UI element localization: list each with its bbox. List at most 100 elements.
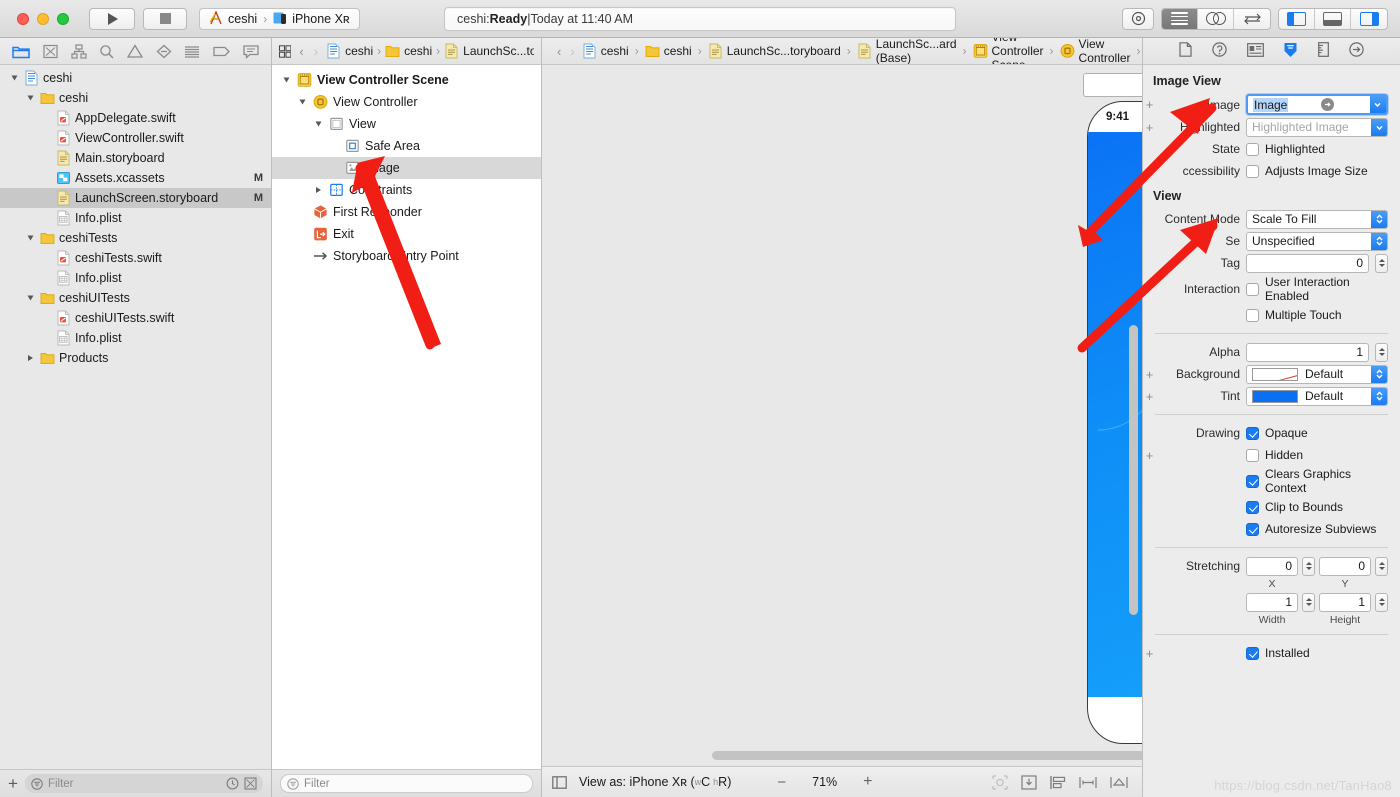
checkbox[interactable] <box>1246 448 1259 462</box>
stepper-control[interactable] <box>1375 592 1388 612</box>
checkbox-row[interactable]: Installed <box>1246 646 1310 660</box>
popup-arrows-button[interactable] <box>1371 232 1387 250</box>
minimize-window-button[interactable] <box>37 12 49 25</box>
add-variation-button[interactable]: + <box>1143 121 1156 134</box>
outline-grid-icon[interactable] <box>279 44 292 59</box>
checkbox[interactable] <box>1246 308 1259 322</box>
add-file-button[interactable]: + <box>8 775 18 792</box>
stretching-height-input[interactable]: 1 <box>1319 592 1371 612</box>
standard-editor-button[interactable] <box>1162 8 1198 29</box>
color-popup[interactable]: Default <box>1246 386 1388 406</box>
zoom-window-button[interactable] <box>57 12 69 25</box>
checkbox-row[interactable]: User Interaction Enabled <box>1246 275 1388 303</box>
update-frames-button[interactable] <box>992 774 1008 790</box>
source-control-filter-icon[interactable] <box>244 777 257 790</box>
editor-breadcrumb-item[interactable]: LaunchSc...toryboard <box>708 43 841 59</box>
attributes-inspector-tab[interactable] <box>1283 42 1298 61</box>
toggle-inspector-button[interactable] <box>1351 9 1387 29</box>
test-navigator-tab[interactable] <box>156 44 172 59</box>
numeric-input[interactable]: 1 <box>1246 342 1369 362</box>
outline-breadcrumbs[interactable]: ceshi›ceshi›LaunchSc...toryboard <box>326 43 534 59</box>
checkbox[interactable] <box>1246 522 1259 536</box>
report-navigator-tab[interactable] <box>242 44 259 59</box>
checkbox-row[interactable]: Multiple Touch <box>1246 308 1342 322</box>
stepper-control[interactable] <box>1302 592 1315 612</box>
editor-back-button[interactable]: ‹ <box>555 44 563 59</box>
project-navigator-tab[interactable] <box>12 44 31 59</box>
file-tree-row[interactable]: ViewController.swift <box>0 128 271 148</box>
popup-menu[interactable]: Unspecified <box>1246 231 1388 251</box>
outline-row-selected[interactable]: Image <box>272 157 541 179</box>
issue-navigator-tab[interactable] <box>126 43 143 59</box>
file-tree-row[interactable]: AppDelegate.swift <box>0 108 271 128</box>
color-dropdown-button[interactable] <box>1371 365 1387 383</box>
panel-toggle-segmented-control[interactable] <box>1278 7 1388 30</box>
popup-menu[interactable]: Scale To Fill <box>1246 209 1388 229</box>
outline-row[interactable]: View Controller Scene <box>272 69 541 91</box>
stepper-control[interactable] <box>1375 342 1388 362</box>
assistant-editor-button[interactable] <box>1198 8 1234 29</box>
add-variation-button[interactable]: + <box>1143 449 1156 462</box>
add-variation-button[interactable]: + <box>1143 98 1156 111</box>
file-tree-row[interactable]: Assets.xcassets M <box>0 168 271 188</box>
zoom-level-label[interactable]: 71% <box>812 775 837 789</box>
editor-breadcrumb-bar[interactable]: ‹ › ceshi › ceshi › LaunchSc...toryboard › Launc… <box>542 38 1142 65</box>
outline-breadcrumb-item[interactable]: ceshi <box>326 43 373 59</box>
disclosure-triangle-icon[interactable] <box>24 235 36 241</box>
storyboard-canvas[interactable]: 9:41 方寸变革 改变世界 <box>542 65 1142 766</box>
outline-row[interactable]: Storyboard Entry Point <box>272 245 541 267</box>
editor-breadcrumb-item[interactable]: View Controller <box>1060 38 1131 64</box>
popup-arrows-button[interactable] <box>1371 210 1387 228</box>
identity-inspector-tab[interactable] <box>1246 42 1264 60</box>
resolve-auto-layout-issues-button[interactable] <box>1110 775 1128 790</box>
version-editor-button[interactable] <box>1234 9 1270 29</box>
editor-forward-button[interactable]: › <box>568 44 576 59</box>
file-inspector-tab[interactable] <box>1179 42 1192 60</box>
clear-field-icon[interactable] <box>1321 98 1335 111</box>
checkbox-row[interactable]: Adjusts Image Size <box>1246 164 1368 178</box>
stretching-width-input[interactable]: 1 <box>1246 592 1298 612</box>
checkbox-row[interactable]: Clears Graphics Context <box>1246 467 1388 495</box>
stepper-control[interactable] <box>1375 253 1388 273</box>
recent-files-filter-icon[interactable] <box>226 777 239 790</box>
disclosure-triangle-icon[interactable] <box>280 77 292 83</box>
add-variation-button[interactable]: + <box>1143 647 1156 660</box>
checkbox[interactable] <box>1246 142 1259 156</box>
add-variation-button[interactable]: + <box>1143 390 1156 403</box>
outline-breadcrumb-item[interactable]: ceshi <box>385 43 432 59</box>
checkbox-row[interactable]: Highlighted <box>1246 142 1325 156</box>
disclosure-triangle-icon[interactable] <box>24 95 36 101</box>
toggle-document-outline-button[interactable] <box>552 775 567 790</box>
file-tree-row[interactable]: Main.storyboard <box>0 148 271 168</box>
file-tree-row[interactable]: ceshi <box>0 68 271 88</box>
project-file-tree[interactable]: ceshi ceshi AppDelegate.swift ViewControlle… <box>0 65 271 769</box>
add-variation-button[interactable]: + <box>1143 368 1156 381</box>
checkbox-row[interactable]: Autoresize Subviews <box>1246 522 1376 536</box>
embed-in-button[interactable] <box>1021 774 1037 790</box>
run-button[interactable] <box>89 7 135 30</box>
checkbox[interactable] <box>1246 164 1259 178</box>
outline-filter-input[interactable]: Filter <box>280 774 533 793</box>
forward-button[interactable]: › <box>312 44 320 59</box>
checkbox-row[interactable]: Opaque <box>1246 426 1308 440</box>
back-button[interactable]: ‹ <box>297 44 305 59</box>
stop-button[interactable] <box>143 7 187 30</box>
file-tree-row[interactable]: Info.plist <box>0 328 271 348</box>
editor-breadcrumb-item[interactable]: ceshi <box>582 43 629 59</box>
size-inspector-tab[interactable] <box>1318 42 1330 60</box>
debug-navigator-tab[interactable] <box>184 44 200 59</box>
outline-tree[interactable]: View Controller Scene View Controller View… <box>272 65 541 769</box>
scene-dock-bar[interactable] <box>1083 73 1142 97</box>
file-tree-row-selected[interactable]: LaunchScreen.storyboard M <box>0 188 271 208</box>
file-tree-row[interactable]: Info.plist <box>0 268 271 288</box>
checkbox[interactable] <box>1246 500 1259 514</box>
stepper-control[interactable] <box>1375 556 1388 576</box>
disclosure-triangle-icon[interactable] <box>296 99 308 105</box>
close-window-button[interactable] <box>17 12 29 25</box>
installed-checkbox[interactable] <box>1246 646 1259 660</box>
align-button[interactable] <box>1050 775 1066 790</box>
library-button[interactable] <box>1122 7 1154 30</box>
disclosure-triangle-icon[interactable] <box>24 355 36 361</box>
outline-row[interactable]: View Controller <box>272 91 541 113</box>
disclosure-triangle-icon[interactable] <box>312 121 324 127</box>
